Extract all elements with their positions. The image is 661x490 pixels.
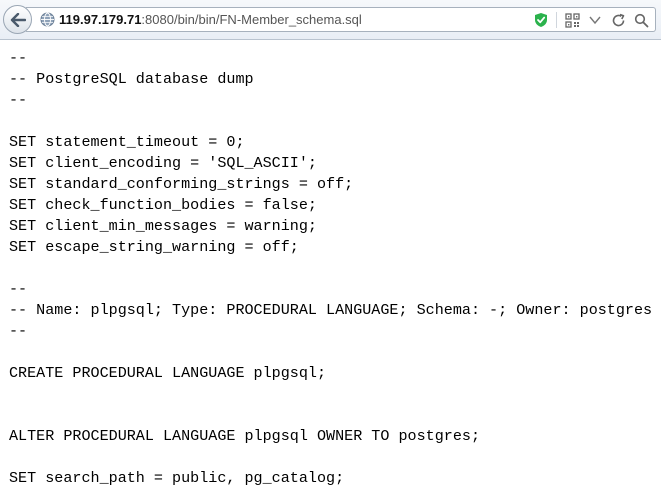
code-line: CREATE PROCEDURAL LANGUAGE plpgsql; xyxy=(9,364,327,382)
url-host: 119.97.179.71 xyxy=(59,12,142,27)
reload-icon[interactable] xyxy=(610,12,626,28)
icon-separator xyxy=(556,12,557,28)
dropdown-arrow-icon[interactable] xyxy=(587,12,603,28)
globe-icon xyxy=(40,12,55,27)
code-line: SET escape_string_warning = off; xyxy=(9,238,299,256)
code-line: -- xyxy=(9,91,28,109)
code-line: SET client_min_messages = warning; xyxy=(9,217,317,235)
url-path: :8080/bin/bin/FN-Member_schema.sql xyxy=(141,12,362,27)
address-bar[interactable]: 119.97.179.71:8080/bin/bin/FN-Member_sch… xyxy=(26,7,656,32)
sql-document: -- -- PostgreSQL database dump -- SET st… xyxy=(9,48,661,489)
back-arrow-icon xyxy=(10,12,26,27)
code-line: -- Name: plpgsql; Type: PROCEDURAL LANGU… xyxy=(9,301,653,319)
code-line: SET statement_timeout = 0; xyxy=(9,133,245,151)
search-icon[interactable] xyxy=(633,12,649,28)
back-button[interactable] xyxy=(3,5,32,34)
url-text[interactable]: 119.97.179.71:8080/bin/bin/FN-Member_sch… xyxy=(59,12,362,28)
code-line: SET search_path = public, pg_catalog; xyxy=(9,469,345,487)
code-line: -- xyxy=(9,322,28,340)
code-line: -- xyxy=(9,280,28,298)
code-line: -- xyxy=(9,49,28,67)
code-line: SET standard_conforming_strings = off; xyxy=(9,175,354,193)
shield-check-icon[interactable] xyxy=(533,12,549,28)
address-bar-icons xyxy=(533,11,649,29)
browser-toolbar: 119.97.179.71:8080/bin/bin/FN-Member_sch… xyxy=(0,0,661,40)
code-line: ALTER PROCEDURAL LANGUAGE plpgsql OWNER … xyxy=(9,427,481,445)
code-line: SET client_encoding = 'SQL_ASCII'; xyxy=(9,154,317,172)
code-line: -- PostgreSQL database dump xyxy=(9,70,254,88)
code-line: SET check_function_bodies = false; xyxy=(9,196,317,214)
qr-code-icon[interactable] xyxy=(564,12,580,28)
